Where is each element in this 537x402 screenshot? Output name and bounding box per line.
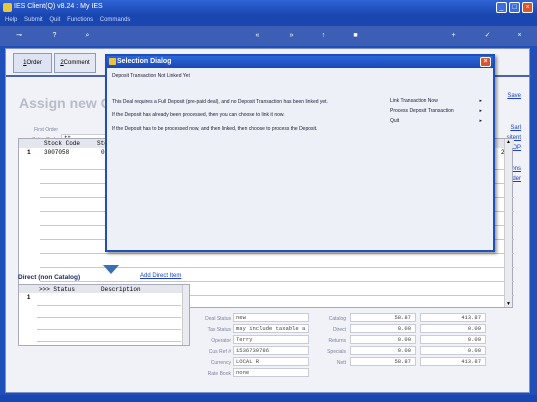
direct-total: 0.00	[420, 324, 486, 333]
operator-field[interactable]: Terry	[233, 335, 309, 344]
tab-order[interactable]: 1Order	[13, 53, 52, 73]
currency-field[interactable]: LOCAL R	[233, 357, 309, 366]
menu-functions[interactable]: Functions	[67, 17, 93, 23]
help-icon[interactable]: ?	[49, 30, 60, 41]
cancel-icon[interactable]: ×	[514, 30, 525, 41]
option-label: Link Transaction Now	[390, 98, 438, 104]
chevron-right-icon: ▸	[479, 98, 482, 104]
first-icon[interactable]: «	[252, 30, 263, 41]
option-label: Process Deposit Transaction	[390, 108, 454, 114]
list-line	[37, 317, 181, 318]
status-bar	[0, 395, 537, 402]
maximize-icon[interactable]: □	[509, 2, 520, 13]
rate-book-label: Rate Book	[207, 371, 231, 377]
menu-quit[interactable]: Quit	[49, 17, 60, 23]
row-number: 1	[27, 295, 31, 301]
first-order-label: First Order	[34, 127, 58, 133]
check-icon[interactable]: ✓	[482, 30, 493, 41]
scroll-up-icon[interactable]: ▲	[506, 139, 511, 145]
rate-book-field[interactable]: none	[233, 368, 309, 377]
option-label: Quit	[390, 118, 400, 124]
app-icon	[3, 3, 12, 12]
nett-total: 413.87	[420, 357, 486, 366]
list-line	[37, 341, 181, 342]
option-quit[interactable]: Quit ▸	[390, 118, 482, 124]
minimize-icon[interactable]: _	[496, 2, 507, 13]
dialog-title-bar: Selection Dialog ×	[107, 56, 493, 68]
totals-panel: Catalog 58.87 413.87 Direct 0.00 0.00 Re…	[306, 313, 506, 373]
add-icon[interactable]: +	[448, 30, 459, 41]
key-icon[interactable]: ⊸	[10, 30, 28, 41]
chevron-right-icon: ▸	[479, 118, 482, 124]
direct-value: 0.00	[350, 324, 416, 333]
operator-label: Operator	[211, 338, 231, 344]
dialog-app-icon	[109, 58, 116, 65]
sarl-link[interactable]: Sarl	[510, 125, 521, 131]
col-stock-code: Stock Code	[44, 140, 81, 147]
window-title: IES Client(Q) v8.24 : My IES	[14, 3, 103, 10]
menu-commands[interactable]: Commands	[100, 17, 131, 23]
returns-total: 0.00	[420, 335, 486, 344]
add-direct-item-link[interactable]: Add Direct Item	[140, 273, 181, 279]
catalog-total: 413.87	[420, 313, 486, 322]
menu-help[interactable]: Help	[5, 17, 17, 23]
direct-title: Direct (non Catalog)	[18, 274, 81, 281]
returns-label: Returns	[328, 338, 346, 344]
dialog-close-icon[interactable]: ×	[480, 57, 491, 67]
tab-order-label: Order	[26, 60, 42, 66]
nett-label: Nett	[336, 360, 346, 366]
grid-line	[40, 281, 514, 282]
up-icon[interactable]: ↑	[318, 30, 329, 41]
dialog-paragraph: If the Deposit has already been processe…	[112, 112, 285, 118]
close-icon[interactable]: ×	[522, 2, 533, 13]
option-process-deposit[interactable]: Process Deposit Transaction ▸	[390, 108, 482, 114]
menu-bar: Help Submit Quit Functions Commands	[0, 15, 537, 26]
catalog-label: Catalog	[328, 316, 346, 322]
toolbar: ⊸ ? ⌕ « » ↑ ■ + ✓ ×	[0, 26, 537, 46]
col-status: >>> Status	[39, 286, 76, 293]
tax-status-label: Tax Status	[207, 327, 231, 333]
direct-list: >>> Status Description 1	[18, 284, 190, 346]
menu-submit[interactable]: Submit	[24, 17, 43, 23]
last-icon[interactable]: »	[286, 30, 297, 41]
list-line	[37, 329, 181, 330]
title-bar: IES Client(Q) v8.24 : My IES _ □ ×	[0, 0, 537, 15]
scroll-down-icon[interactable]: ▼	[506, 301, 511, 307]
currency-label: Currency	[210, 360, 231, 366]
direct-scrollbar[interactable]	[182, 285, 189, 345]
dialog-paragraph: This Deal requires a Full Deposit (pre-p…	[112, 99, 328, 105]
tab-comment-label: Comment	[63, 60, 90, 66]
dialog-subtitle: Deposit Transaction Not Linked Yet	[112, 73, 190, 79]
nett-value: 58.87	[350, 357, 416, 366]
option-link-transaction[interactable]: Link Transaction Now ▸	[390, 98, 482, 104]
deal-status-label: Deal Status	[205, 316, 231, 322]
dialog-paragraph: If the Deposit has to be processed now, …	[112, 126, 318, 132]
direct-label: Direct	[332, 327, 346, 333]
cus-ref-label: Cus Ref #	[208, 349, 231, 355]
cus-ref-field[interactable]: 1536739786	[233, 346, 309, 355]
selection-dialog: Selection Dialog × Deposit Transaction N…	[105, 54, 495, 252]
grid-line	[40, 253, 514, 254]
specials-label: Specials	[327, 349, 346, 355]
direct-list-header: >>> Status Description	[19, 285, 189, 293]
tab-comment[interactable]: 2Comment	[54, 53, 96, 73]
dialog-title: Selection Dialog	[117, 58, 172, 65]
chevron-right-icon: ▸	[479, 108, 482, 114]
row-number: 1	[27, 149, 31, 156]
save-link[interactable]: Save	[507, 93, 521, 99]
list-line	[37, 305, 181, 306]
down-arrow-icon[interactable]	[103, 265, 119, 274]
tax-status-field[interactable]: may include taxable a	[233, 324, 309, 333]
row-stock-code: 3007058	[44, 149, 70, 156]
col-description: Description	[101, 286, 141, 293]
deal-status-field[interactable]: new	[233, 313, 309, 322]
specials-total: 0.00	[420, 346, 486, 355]
specials-value: 0.00	[350, 346, 416, 355]
returns-value: 0.00	[350, 335, 416, 344]
status-fields: Deal Status new Tax Status may include t…	[191, 313, 321, 393]
save-icon[interactable]: ■	[350, 30, 361, 41]
search-icon[interactable]: ⌕	[82, 30, 93, 41]
grid-scrollbar[interactable]: ▲ ▼	[504, 139, 512, 307]
catalog-value: 58.87	[350, 313, 416, 322]
